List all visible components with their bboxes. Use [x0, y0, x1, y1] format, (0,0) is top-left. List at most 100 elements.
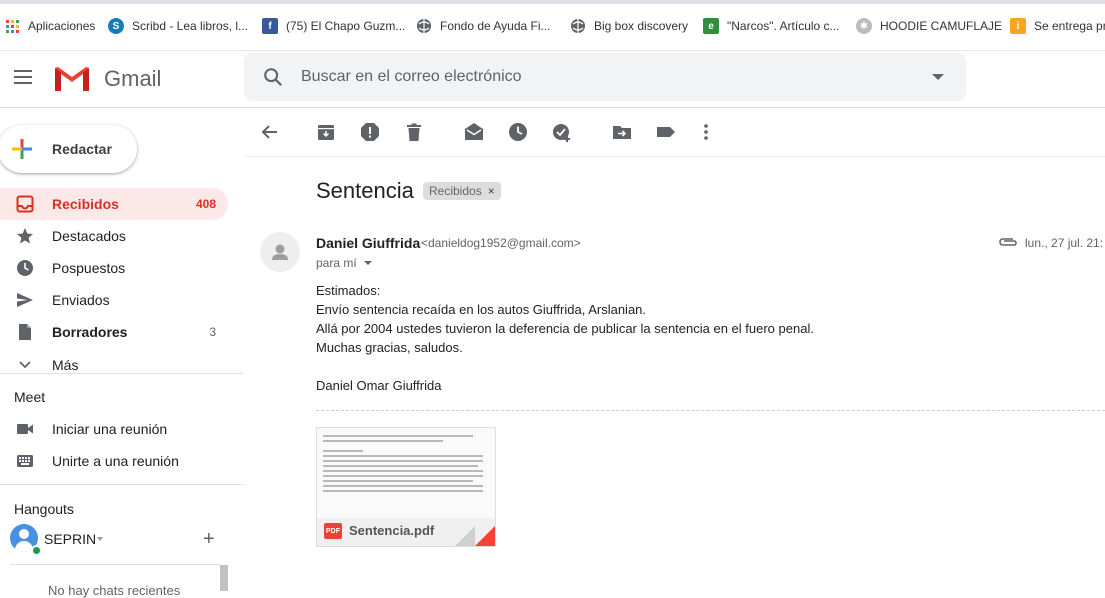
bookmark-label: "Narcos". Artículo c... — [727, 19, 840, 33]
globe-icon — [416, 18, 432, 34]
page-fold-icon — [455, 526, 475, 546]
bookmark-label: Fondo de Ayuda Fi... — [440, 19, 551, 33]
body-line: Estimados: — [316, 283, 381, 298]
app-name[interactable]: Gmail — [104, 66, 161, 92]
bookmark-label: Scribd - Lea libros, l... — [132, 19, 249, 33]
bookmark-entrega[interactable]: i Se entrega pr — [1010, 16, 1105, 36]
facebook-icon: f — [262, 18, 278, 34]
meet-start-meeting[interactable]: Iniciar una reunión — [0, 413, 228, 445]
hangouts-title: Hangouts — [14, 501, 74, 517]
sender-name[interactable]: Daniel Giuffrida — [316, 235, 420, 251]
bookmark-hoodie[interactable]: ✱ HOODIE CAMUFLAJE — [856, 16, 1002, 36]
meet-title: Meet — [14, 389, 46, 405]
sidebar-scrollbar[interactable] — [220, 565, 228, 591]
attachments-divider — [316, 410, 1105, 411]
add-to-tasks-icon[interactable] — [552, 122, 572, 142]
show-details-icon[interactable] — [364, 261, 372, 265]
sidebar-item-starred[interactable]: Destacados — [0, 220, 228, 252]
hangouts-user-name[interactable]: SEPRIN — [44, 531, 96, 547]
sender-email: <danieldog1952@gmail.com> — [421, 236, 581, 250]
clock-icon — [17, 260, 33, 276]
inbox-icon — [16, 195, 34, 213]
page-corner-icon — [475, 526, 495, 546]
bookmark-label: Aplicaciones — [28, 19, 96, 33]
brand-icon: ✱ — [856, 18, 872, 34]
compose-plus-icon — [12, 139, 32, 159]
new-chat-plus-icon[interactable]: + — [203, 528, 215, 551]
body-line: Allá por 2004 ustedes tuvieron la defere… — [316, 321, 814, 336]
signature-line: Daniel Omar Giuffrida — [316, 378, 442, 393]
gmail-header: Gmail Buscar en el correo electrónico — [0, 51, 1105, 108]
video-icon — [17, 424, 33, 434]
search-options-icon[interactable] — [932, 74, 944, 80]
attachment-filename[interactable]: Sentencia.pdf — [349, 523, 434, 538]
unread-count: 408 — [195, 197, 216, 211]
sidebar-item-label: Recibidos — [52, 196, 119, 212]
meet-item-label: Unirte a una reunión — [52, 453, 179, 469]
move-to-icon[interactable] — [612, 122, 632, 142]
bookmark-narcos[interactable]: e "Narcos". Artículo c... — [703, 16, 840, 36]
gmail-logo-icon[interactable] — [53, 64, 91, 92]
send-icon — [17, 293, 33, 307]
sidebar-item-drafts[interactable]: Borradores 3 — [0, 316, 228, 348]
body-line: Muchas gracias, saludos. — [316, 340, 463, 355]
label-icon[interactable] — [656, 122, 676, 142]
scribd-icon: S — [108, 18, 124, 34]
sidebar-item-inbox[interactable]: Recibidos 408 — [0, 188, 228, 220]
inbox-label-chip[interactable]: Recibidos × — [423, 182, 501, 200]
search-icon[interactable] — [262, 66, 284, 88]
recipient-text: para mí — [316, 256, 357, 270]
hangouts-divider — [10, 564, 220, 565]
pdf-preview-thumbnail — [317, 428, 495, 518]
search-input[interactable]: Buscar en el correo electrónico — [301, 68, 522, 86]
main-menu-icon[interactable] — [14, 70, 32, 84]
label-chip-text: Recibidos — [429, 184, 482, 198]
star-icon — [17, 228, 33, 244]
draft-count: 3 — [209, 325, 216, 339]
sidebar-divider — [0, 373, 243, 374]
compose-button[interactable]: Redactar — [0, 125, 137, 173]
snooze-clock-icon[interactable] — [508, 122, 528, 142]
bookmark-bigbox[interactable]: Big box discovery — [570, 16, 688, 36]
default-avatar-icon — [272, 244, 288, 260]
keyboard-icon — [17, 455, 33, 467]
report-spam-icon[interactable] — [360, 122, 380, 142]
globe-icon — [570, 18, 586, 34]
sidebar-item-snoozed[interactable]: Pospuestos — [0, 252, 228, 284]
sidebar-item-label: Pospuestos — [52, 260, 126, 276]
user-dropdown-icon[interactable] — [97, 537, 103, 541]
sidebar-item-label: Más — [52, 357, 79, 373]
compose-label: Redactar — [52, 141, 112, 157]
message-toolbar — [244, 110, 1105, 157]
archive-icon[interactable] — [316, 122, 336, 142]
sender-avatar[interactable] — [260, 232, 300, 272]
sidebar-item-sent[interactable]: Enviados — [0, 284, 228, 316]
bookmark-fondo[interactable]: Fondo de Ayuda Fi... — [416, 16, 551, 36]
body-line: Envío sentencia recaída en los autos Giu… — [316, 302, 647, 317]
tab-strip-edge — [0, 0, 1105, 4]
bookmarks-bar: Aplicaciones S Scribd - Lea libros, l...… — [0, 0, 1105, 51]
sidebar-item-label: Destacados — [52, 228, 126, 244]
search-bar[interactable]: Buscar en el correo electrónico — [244, 53, 966, 101]
message-date: lun., 27 jul. 21: — [1025, 236, 1104, 250]
remove-label-icon[interactable]: × — [488, 184, 495, 198]
mark-unread-icon[interactable] — [464, 122, 484, 142]
more-options-icon[interactable] — [696, 122, 716, 142]
bookmark-scribd[interactable]: S Scribd - Lea libros, l... — [108, 16, 248, 36]
sidebar-divider — [0, 484, 243, 485]
back-arrow-icon[interactable] — [260, 122, 280, 142]
sidebar-item-label: Borradores — [52, 324, 128, 340]
bookmark-apps[interactable]: Aplicaciones — [4, 16, 95, 36]
delete-icon[interactable] — [404, 122, 424, 142]
bookmark-label: HOODIE CAMUFLAJE — [880, 19, 1003, 33]
sidebar-item-more[interactable]: Más — [0, 349, 228, 381]
chevron-down-icon — [19, 361, 31, 369]
meet-item-label: Iniciar una reunión — [52, 421, 168, 437]
bookmark-label: Se entrega pr — [1034, 19, 1105, 33]
meet-join-meeting[interactable]: Unirte a una reunión — [0, 445, 228, 477]
elmundo-icon: e — [703, 18, 719, 34]
bookmark-icon: i — [1010, 18, 1026, 34]
bookmark-facebook[interactable]: f (75) El Chapo Guzm... — [262, 16, 405, 36]
attachment-card[interactable]: PDF Sentencia.pdf — [316, 427, 496, 547]
pdf-file-icon: PDF — [324, 523, 342, 539]
